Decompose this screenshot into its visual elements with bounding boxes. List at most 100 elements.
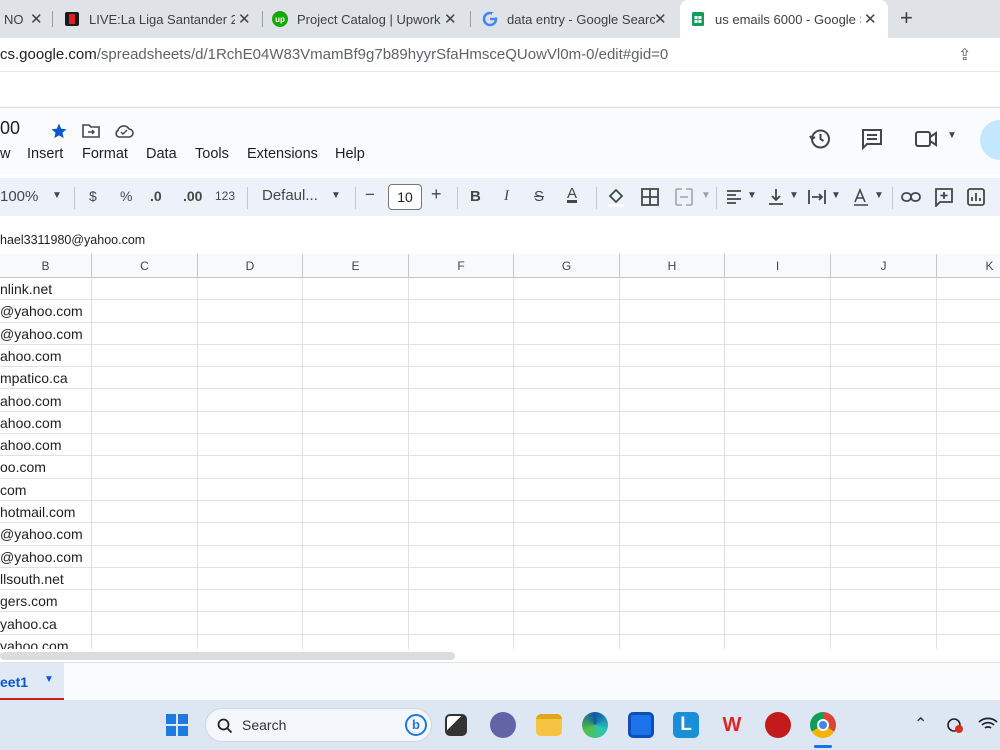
app-l-icon[interactable]: L (673, 712, 699, 738)
menu-view[interactable]: w (0, 146, 10, 162)
close-icon[interactable]: ✕ (654, 10, 667, 28)
cell-b-email[interactable]: @yahoo.com (0, 303, 83, 319)
app-red-icon[interactable] (765, 712, 791, 738)
table-row[interactable]: mpatico.ca (0, 367, 1000, 390)
decrease-font-size-button[interactable]: − (365, 185, 375, 205)
font-family-select[interactable]: Defaul... (262, 187, 318, 204)
percent-format-button[interactable]: % (120, 188, 132, 204)
move-folder-icon[interactable] (82, 123, 100, 139)
browser-tab-5[interactable]: us emails 6000 - Google S ✕ (680, 0, 888, 38)
insert-chart-icon[interactable] (967, 188, 985, 206)
strikethrough-button[interactable]: S (534, 188, 544, 205)
url-text[interactable]: cs.google.com/spreadsheets/d/1RchE04W83V… (0, 46, 668, 63)
cloud-status-icon[interactable] (114, 123, 134, 139)
text-wrapping-icon[interactable] (808, 188, 826, 206)
close-icon[interactable]: ✕ (444, 10, 457, 28)
menu-help[interactable]: Help (335, 146, 365, 162)
chevron-down-icon[interactable]: ▼ (747, 190, 757, 201)
comments-icon[interactable] (860, 127, 884, 151)
text-rotation-icon[interactable] (852, 188, 870, 206)
column-header-i[interactable]: I (725, 254, 831, 278)
chrome-icon[interactable] (810, 712, 836, 738)
cell-b-email[interactable]: nlink.net (0, 281, 52, 297)
formula-bar[interactable]: hael3311980@yahoo.com (0, 226, 1000, 254)
spreadsheet-grid[interactable]: B C D E F G H I J K nlink.net @yahoo.com… (0, 254, 1000, 649)
increase-decimal-button[interactable]: .00 (183, 188, 202, 204)
cell-b-email[interactable]: hotmail.com (0, 504, 75, 520)
chevron-down-icon[interactable]: ▼ (831, 190, 841, 201)
horizontal-scrollbar[interactable] (0, 650, 1000, 662)
formula-bar-content[interactable]: hael3311980@yahoo.com (0, 233, 145, 247)
cell-b-email[interactable]: ahoo.com (0, 437, 61, 453)
column-header-k[interactable]: K (937, 254, 1000, 278)
document-title[interactable]: 00 (0, 118, 20, 139)
font-size-input[interactable]: 10 (388, 184, 422, 210)
table-row[interactable]: yahoo.ca (0, 613, 1000, 635)
table-row[interactable]: ahoo.com (0, 345, 1000, 368)
browser-tab-1[interactable]: NO ✕ (0, 0, 50, 38)
cell-b-email[interactable]: @yahoo.com (0, 526, 83, 542)
share-icon[interactable]: ⇪ (958, 45, 971, 65)
close-icon[interactable]: ✕ (864, 10, 877, 28)
cell-b-email[interactable]: mpatico.ca (0, 370, 68, 386)
table-row[interactable]: com (0, 479, 1000, 501)
table-row[interactable]: @yahoo.com (0, 300, 1000, 323)
chevron-down-icon[interactable]: ▼ (874, 190, 884, 201)
column-header-j[interactable]: J (831, 254, 937, 278)
task-view-icon[interactable] (445, 714, 467, 736)
insert-comment-icon[interactable] (934, 187, 954, 207)
cell-b-email[interactable]: gers.com (0, 593, 58, 609)
meet-video-icon[interactable] (915, 129, 939, 149)
italic-button[interactable]: I (504, 188, 509, 205)
table-row[interactable]: llsouth.net (0, 568, 1000, 591)
star-icon[interactable] (50, 122, 68, 140)
store-icon[interactable] (628, 712, 654, 738)
address-bar[interactable]: cs.google.com/spreadsheets/d/1RchE04W83V… (0, 38, 1000, 72)
table-row[interactable]: @yahoo.com (0, 323, 1000, 345)
table-row[interactable]: ahoo.com (0, 434, 1000, 457)
network-alert-icon[interactable] (946, 717, 964, 733)
close-icon[interactable]: ✕ (238, 10, 251, 28)
increase-font-size-button[interactable]: + (431, 184, 442, 205)
column-header-c[interactable]: C (92, 254, 198, 278)
wifi-icon[interactable] (978, 716, 998, 732)
table-row[interactable]: @yahoo.com (0, 523, 1000, 546)
close-icon[interactable]: ✕ (30, 10, 43, 28)
chevron-down-icon[interactable]: ▼ (701, 190, 711, 201)
cell-b-email[interactable]: com (0, 482, 26, 498)
browser-tab-4[interactable]: data entry - Google Searc ✕ (482, 0, 678, 38)
column-header-d[interactable]: D (198, 254, 303, 278)
column-header-g[interactable]: G (514, 254, 620, 278)
menu-insert[interactable]: Insert (27, 146, 63, 162)
cell-b-email[interactable]: ahoo.com (0, 348, 61, 364)
browser-tab-2[interactable]: LIVE:La Liga Santander 20 ✕ (64, 0, 260, 38)
cell-b-email[interactable]: @yahoo.com (0, 549, 83, 565)
merge-cells-icon[interactable] (675, 188, 693, 206)
column-header-h[interactable]: H (620, 254, 725, 278)
chevron-down-icon[interactable]: ▼ (331, 190, 341, 201)
cell-b-email[interactable]: yahoo.ca (0, 616, 57, 632)
column-header-e[interactable]: E (303, 254, 409, 278)
bing-icon[interactable]: b (405, 714, 427, 736)
zoom-select[interactable]: 100% (0, 188, 38, 205)
menu-tools[interactable]: Tools (195, 146, 229, 162)
vertical-align-icon[interactable] (768, 188, 784, 206)
table-row[interactable]: @yahoo.com (0, 546, 1000, 568)
table-row[interactable]: ahoo.com (0, 390, 1000, 412)
cell-b-email[interactable]: ahoo.com (0, 393, 61, 409)
borders-icon[interactable] (641, 188, 659, 206)
menu-data[interactable]: Data (146, 146, 177, 162)
table-row[interactable]: hotmail.com (0, 501, 1000, 524)
cell-b-email[interactable]: llsouth.net (0, 571, 64, 587)
new-tab-button[interactable]: + (900, 5, 913, 31)
share-button[interactable] (980, 120, 1000, 160)
column-header-b[interactable]: B (0, 254, 92, 278)
chevron-up-icon[interactable]: ⌃ (914, 714, 927, 734)
browser-tab-3[interactable]: up Project Catalog | Upwork ✕ (272, 0, 468, 38)
taskbar-search[interactable]: Search b (205, 708, 432, 742)
table-row[interactable]: nlink.net (0, 278, 1000, 301)
align-left-icon[interactable] (726, 189, 742, 205)
table-row[interactable]: oo.com (0, 456, 1000, 479)
column-header-f[interactable]: F (409, 254, 514, 278)
cell-b-email[interactable]: ahoo.com (0, 415, 61, 431)
